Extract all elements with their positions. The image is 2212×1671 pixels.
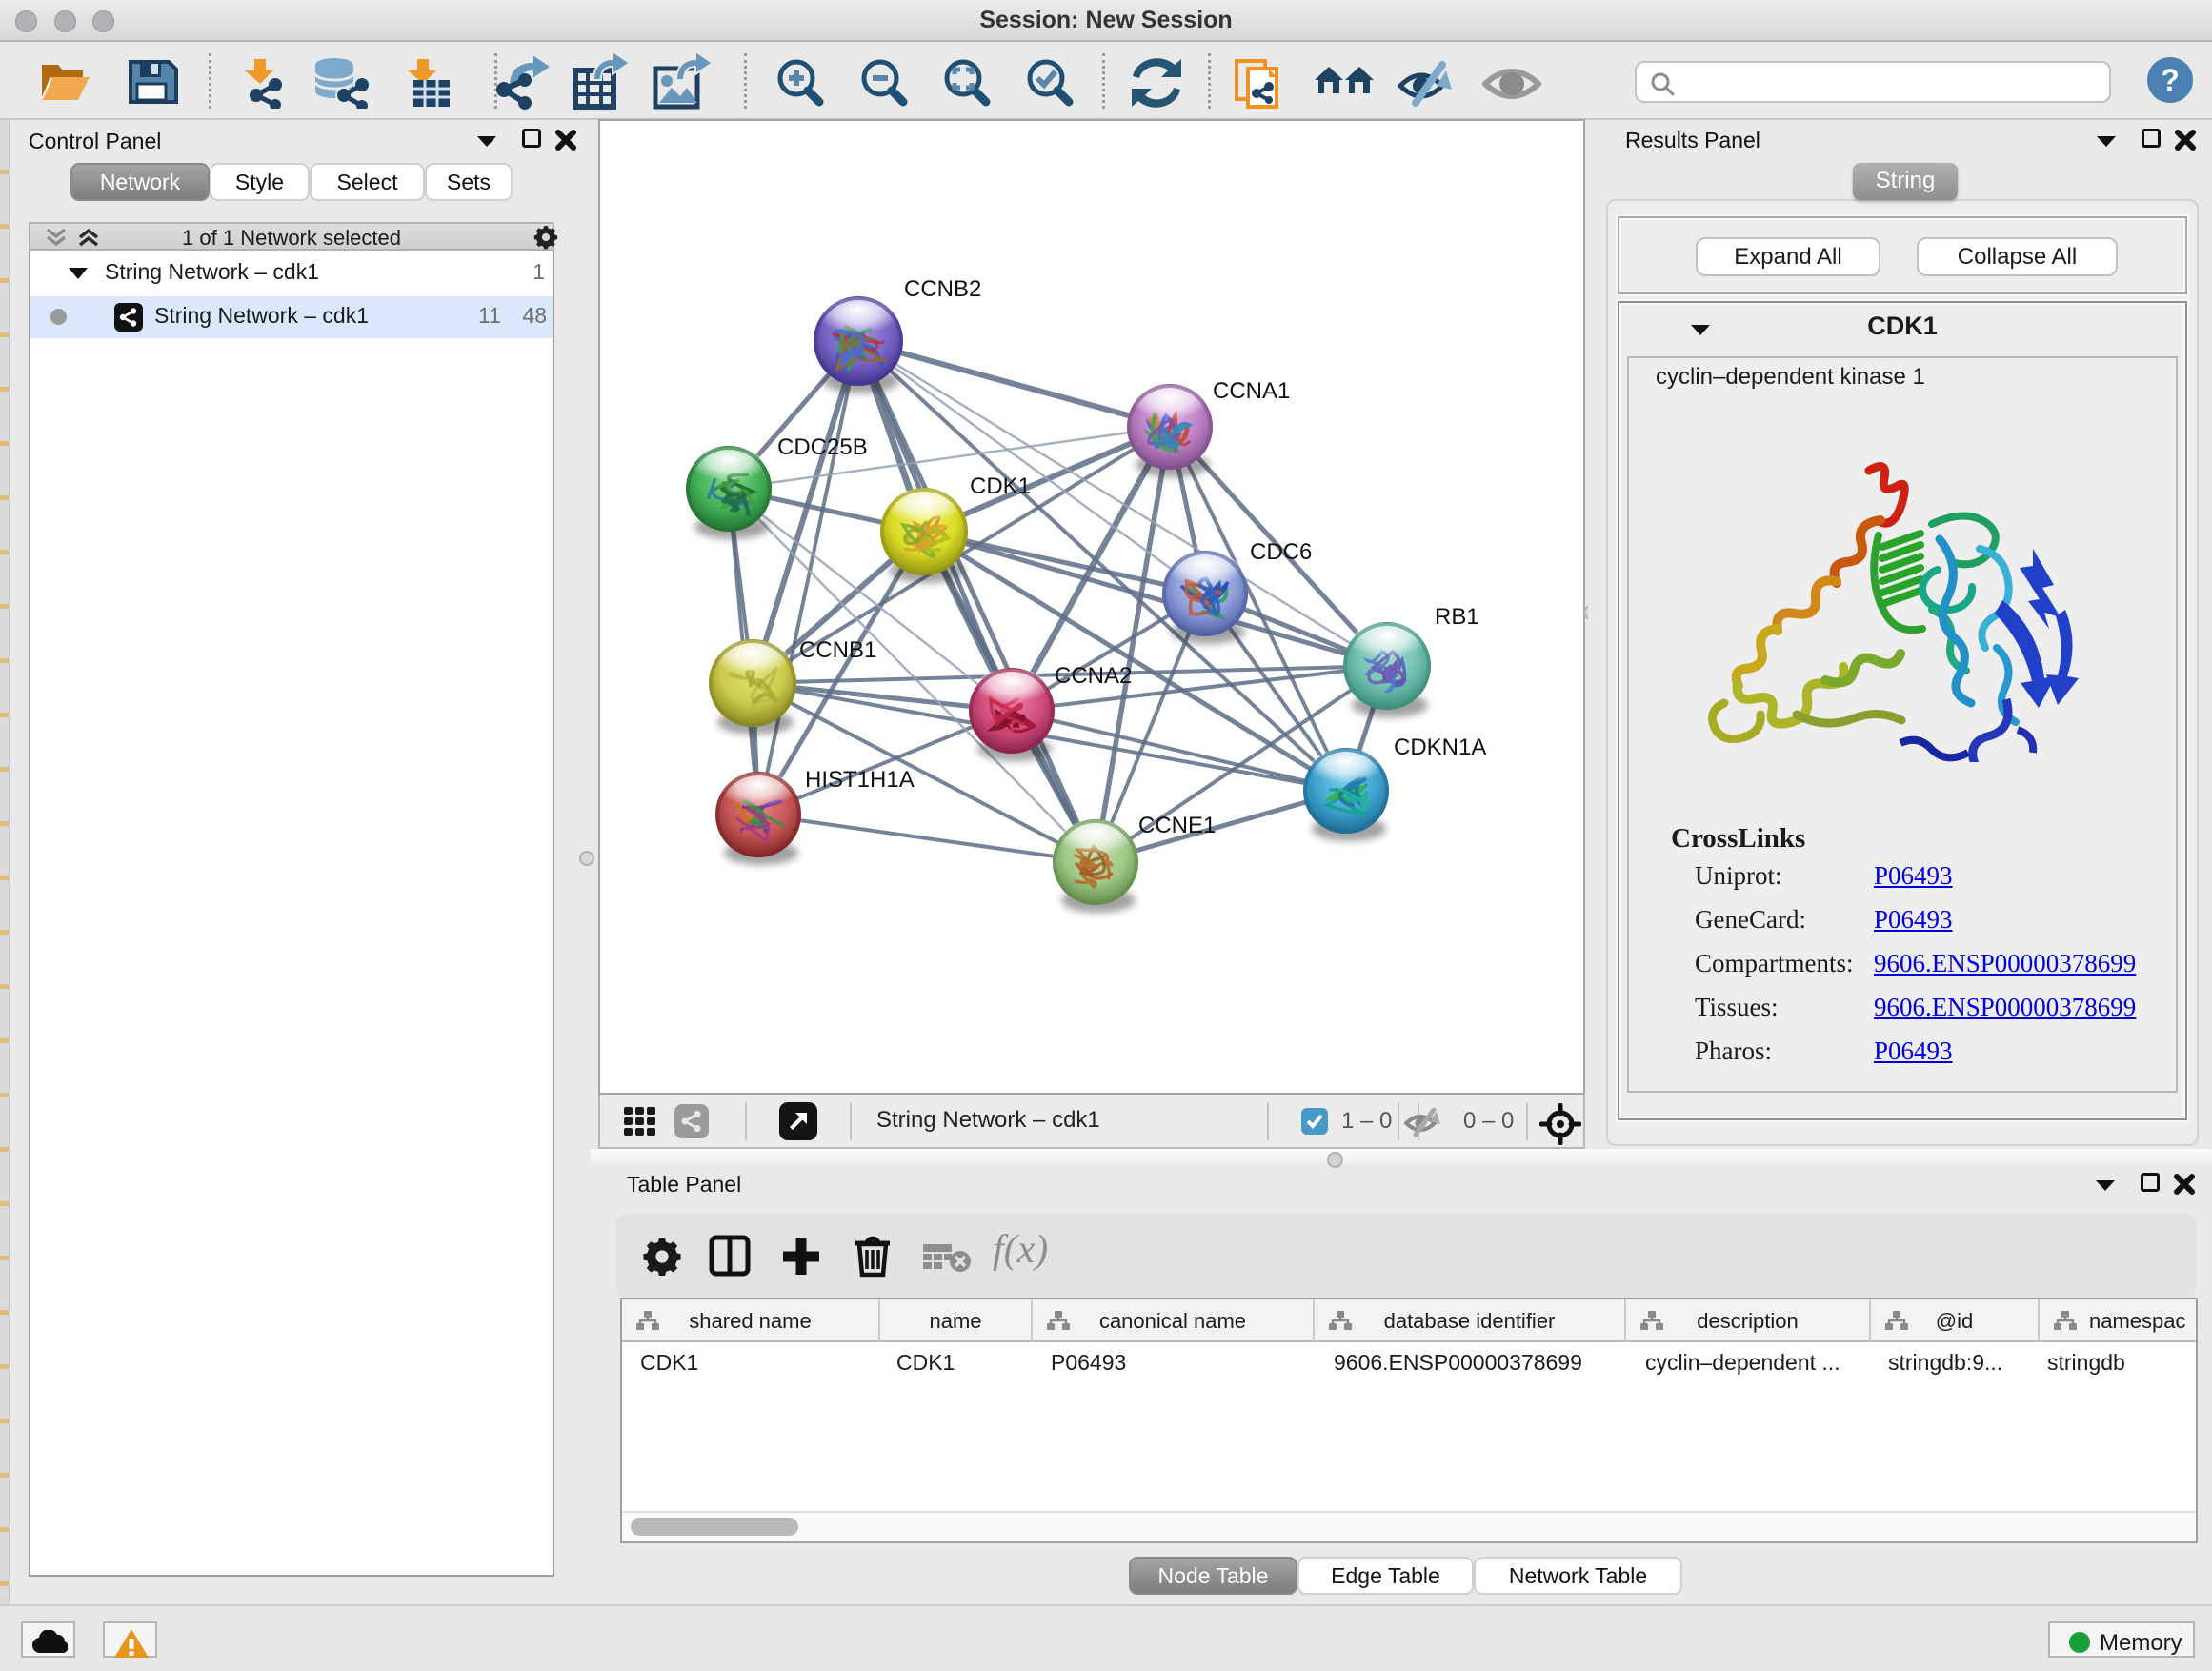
svg-text:?: ? xyxy=(2161,63,2180,97)
svg-text:HIST1H1A: HIST1H1A xyxy=(805,767,915,793)
svg-text:CCNB2: CCNB2 xyxy=(904,276,981,302)
svg-text:RB1: RB1 xyxy=(1435,604,1479,630)
svg-text:CCNA1: CCNA1 xyxy=(1213,378,1290,404)
svg-text:CCNB1: CCNB1 xyxy=(799,637,876,663)
svg-text:CDC6: CDC6 xyxy=(1250,539,1312,565)
svg-text:CDKN1A: CDKN1A xyxy=(1394,735,1486,760)
svg-text:CCNE1: CCNE1 xyxy=(1138,813,1216,838)
svg-text:CDK1: CDK1 xyxy=(970,473,1031,499)
svg-text:CDC25B: CDC25B xyxy=(777,434,868,460)
svg-text:CCNA2: CCNA2 xyxy=(1055,663,1132,689)
